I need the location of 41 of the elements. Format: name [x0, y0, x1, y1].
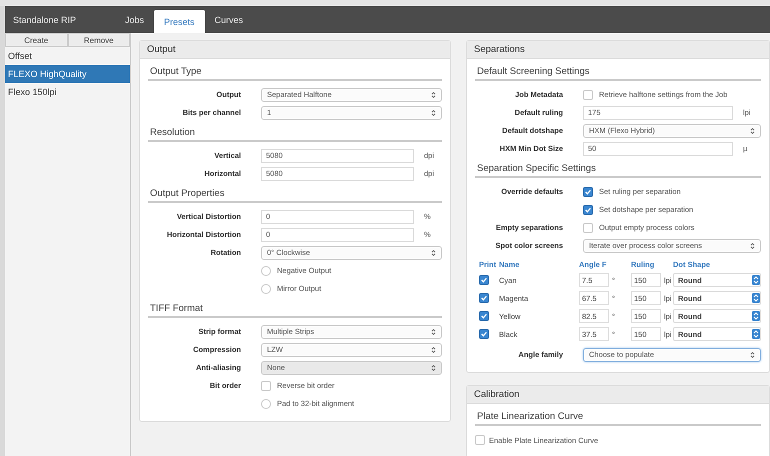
checkbox[interactable]	[479, 293, 489, 303]
updown-arrows-icon	[431, 364, 436, 372]
checkbox[interactable]	[479, 311, 489, 321]
updown-arrows-icon	[431, 328, 436, 336]
updown-arrows-icon	[750, 126, 755, 134]
section-title: Default Screening Settings	[477, 66, 590, 77]
nav-tab[interactable]: Jobs	[115, 6, 154, 33]
checkbox[interactable]	[479, 275, 489, 285]
radio-button[interactable]	[261, 266, 271, 276]
nav-tab[interactable]: Presets	[154, 10, 205, 33]
preset-item[interactable]: Offset	[5, 47, 130, 65]
updown-arrows-icon	[431, 346, 436, 354]
section-title: Separation Specific Settings	[477, 163, 596, 174]
panel-title: Separations	[474, 44, 525, 55]
stepper-icon	[752, 293, 760, 303]
stepper-icon	[752, 329, 760, 339]
nav-tab[interactable]: Curves	[204, 6, 254, 33]
radio-button[interactable]	[261, 398, 271, 408]
stepper-icon	[752, 275, 760, 285]
panel-title: Output	[147, 44, 176, 55]
updown-arrows-icon	[431, 248, 436, 256]
panel-title: Calibration	[474, 389, 520, 400]
section-title: Plate Linearization Curve	[477, 411, 584, 422]
section-title: TIFF Format	[150, 303, 203, 314]
section-title: Output Properties	[150, 188, 224, 199]
sidebar-button[interactable]: Create	[5, 33, 68, 47]
checkbox[interactable]	[583, 204, 593, 214]
section-title: Output Type	[150, 66, 202, 77]
preset-item[interactable]: Flexo 150lpi	[5, 83, 130, 101]
stepper-icon	[752, 311, 760, 321]
updown-arrows-icon	[431, 90, 436, 98]
nav-tab[interactable]: Standalone RIP	[5, 6, 115, 33]
updown-arrows-icon	[750, 350, 755, 358]
updown-arrows-icon	[431, 108, 436, 116]
checkbox[interactable]	[479, 329, 489, 339]
radio-button[interactable]	[261, 284, 271, 294]
section-title: Resolution	[150, 127, 195, 138]
updown-arrows-icon	[750, 242, 755, 250]
preset-item[interactable]: FLEXO HighQuality	[5, 65, 130, 83]
sidebar-button[interactable]: Remove	[68, 33, 130, 47]
checkbox[interactable]	[583, 186, 593, 196]
